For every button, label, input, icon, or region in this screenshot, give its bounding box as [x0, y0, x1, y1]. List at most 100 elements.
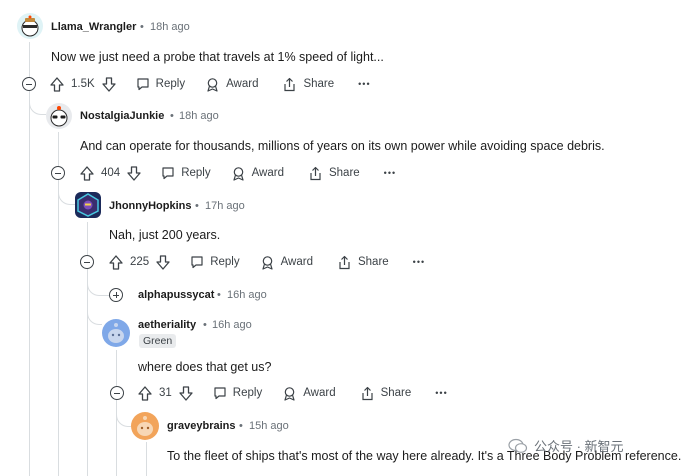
comment-actions: 31 Reply Award Share ••• — [138, 385, 448, 401]
comment-body: And can operate for thousands, millions … — [80, 139, 605, 153]
timestamp[interactable]: 16h ago — [227, 289, 267, 301]
downvote-button[interactable] — [156, 254, 170, 270]
thread-elbow-level-3b — [87, 300, 102, 325]
reply-button[interactable]: Reply — [136, 77, 185, 91]
vote-count: 404 — [101, 167, 121, 179]
vote-count: 1.5K — [71, 78, 95, 90]
timestamp[interactable]: 18h ago — [150, 21, 190, 33]
comment-body: Now we just need a probe that travels at… — [51, 50, 384, 64]
arrow-down-icon — [127, 165, 141, 181]
downvote-button[interactable] — [102, 76, 116, 92]
speech-bubble-icon — [162, 167, 174, 180]
reply-button[interactable]: Reply — [213, 386, 262, 400]
thread-line-level-4 — [146, 442, 147, 476]
wechat-icon — [508, 438, 528, 453]
award-button[interactable]: Award — [205, 77, 258, 92]
vote-count: 31 — [159, 387, 172, 399]
collapse-button[interactable] — [51, 166, 65, 180]
reply-label: Reply — [232, 387, 263, 399]
award-button[interactable]: Award — [282, 386, 336, 401]
arrow-down-icon — [156, 254, 170, 270]
collapse-button[interactable] — [110, 386, 124, 400]
more-options-button[interactable]: ••• — [384, 168, 396, 178]
thread-elbow-level-3a — [87, 270, 110, 296]
separator: • — [239, 420, 243, 432]
upvote-button[interactable] — [50, 76, 64, 92]
share-icon — [284, 77, 296, 91]
arrow-up-icon — [80, 165, 94, 181]
reply-label: Reply — [181, 167, 211, 179]
username[interactable]: aetheriality — [138, 319, 196, 331]
speech-bubble-icon — [137, 78, 149, 91]
more-options-button[interactable]: ••• — [358, 79, 370, 89]
username[interactable]: alphapussycat — [138, 289, 214, 301]
share-label: Share — [328, 167, 360, 179]
timestamp[interactable]: 18h ago — [179, 110, 219, 122]
reply-button[interactable]: Reply — [161, 166, 211, 180]
username[interactable]: graveybrains — [167, 420, 235, 432]
timestamp[interactable]: 17h ago — [205, 200, 245, 212]
comment-body: Nah, just 200 years. — [109, 228, 221, 242]
comment-body: where does that get us? — [138, 360, 272, 374]
comment-actions: 1.5K Reply Award Share ••• — [50, 76, 371, 92]
speech-bubble-icon — [214, 387, 226, 400]
timestamp[interactable]: 15h ago — [249, 420, 289, 432]
award-label: Award — [226, 78, 259, 90]
collapse-button[interactable] — [80, 255, 94, 269]
separator: • — [217, 289, 221, 301]
user-flair: Green — [139, 334, 177, 348]
upvote-button[interactable] — [138, 385, 152, 401]
share-button[interactable]: Share — [337, 255, 389, 270]
vote-count: 225 — [130, 256, 150, 268]
award-button[interactable]: Award — [231, 166, 284, 181]
separator: • — [170, 110, 174, 122]
award-label: Award — [251, 167, 284, 179]
separator: • — [195, 200, 199, 212]
share-label: Share — [303, 78, 335, 90]
share-label: Share — [380, 387, 412, 399]
award-button[interactable]: Award — [260, 255, 313, 270]
watermark-text: 公众号 · 新智元 — [534, 439, 624, 454]
share-button[interactable]: Share — [360, 386, 412, 401]
upvote-button[interactable] — [109, 254, 123, 270]
timestamp[interactable]: 16h ago — [212, 319, 252, 331]
avatar[interactable] — [131, 412, 159, 440]
award-icon — [207, 77, 218, 92]
share-icon — [361, 386, 373, 400]
share-label: Share — [357, 256, 389, 268]
upvote-button[interactable] — [80, 165, 94, 181]
collapse-button[interactable] — [22, 77, 36, 91]
share-button[interactable]: Share — [308, 166, 360, 181]
more-options-button[interactable]: ••• — [413, 257, 425, 267]
separator: • — [140, 21, 144, 33]
arrow-up-icon — [138, 385, 152, 401]
downvote-button[interactable] — [179, 385, 193, 401]
username[interactable]: Llama_Wrangler — [51, 21, 136, 33]
avatar[interactable] — [17, 13, 43, 39]
speech-bubble-icon — [191, 256, 203, 269]
share-button[interactable]: Share — [282, 77, 334, 92]
share-icon — [339, 255, 350, 269]
thread-elbow-level-2 — [58, 182, 75, 205]
more-options-button[interactable]: ••• — [435, 388, 447, 398]
award-label: Award — [280, 256, 313, 268]
separator: • — [203, 319, 207, 331]
avatar[interactable] — [75, 192, 101, 218]
arrow-up-icon — [109, 254, 123, 270]
arrow-down-icon — [102, 76, 116, 92]
award-icon — [284, 386, 295, 401]
downvote-button[interactable] — [127, 165, 141, 181]
username[interactable]: JhonnyHopkins — [109, 200, 192, 212]
reply-label: Reply — [210, 256, 240, 268]
avatar[interactable] — [102, 319, 130, 347]
award-label: Award — [303, 387, 336, 399]
username[interactable]: NostalgiaJunkie — [80, 110, 164, 122]
expand-button[interactable] — [109, 288, 123, 302]
award-icon — [261, 255, 273, 270]
watermark: 公众号 · 新智元 — [508, 436, 624, 455]
avatar[interactable] — [46, 103, 72, 129]
reply-button[interactable]: Reply — [190, 255, 240, 269]
thread-elbow-level-4 — [116, 402, 131, 427]
comment-actions: 404 Reply Award Share ••• — [80, 165, 396, 181]
arrow-up-icon — [50, 76, 64, 92]
